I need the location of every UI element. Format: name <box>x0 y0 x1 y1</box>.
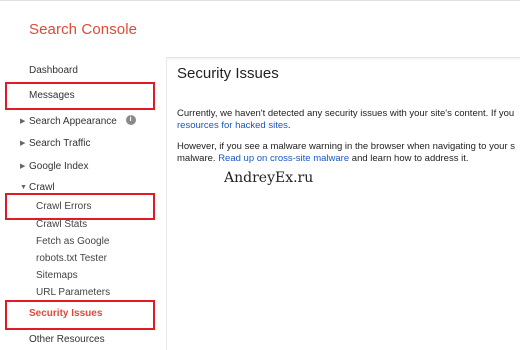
sidebar-item-crawl[interactable]: ▼ Crawl <box>0 179 166 197</box>
sidebar-item-fetch-as-google[interactable]: Fetch as Google <box>0 233 166 251</box>
main-content: Security Issues Currently, we haven't de… <box>167 57 520 350</box>
sidebar-item-label: URL Parameters <box>36 287 111 298</box>
status-paragraph-line2: resources for hacked sites. <box>177 120 291 132</box>
caret-down-icon: ▼ <box>20 184 27 191</box>
sidebar-item-label: Sitemaps <box>36 270 78 281</box>
sidebar-item-messages[interactable]: Messages <box>0 87 166 105</box>
sidebar-item-robots-tester[interactable]: robots.txt Tester <box>0 250 166 268</box>
watermark-text: AndreyEx.ru <box>224 170 314 186</box>
sidebar-item-label: Fetch as Google <box>36 236 110 247</box>
malware-suffix-text: and learn how to address it. <box>351 153 469 164</box>
sidebar-item-search-appearance[interactable]: ▶ Search Appearance i <box>0 113 166 131</box>
page-title: Security Issues <box>177 65 279 82</box>
app-title[interactable]: Search Console <box>29 21 137 38</box>
sidebar-nav: Dashboard Messages ▶ Search Appearance i… <box>0 57 167 350</box>
hacked-sites-resources-link[interactable]: resources for hacked sites <box>177 120 288 131</box>
sidebar-item-url-parameters[interactable]: URL Parameters <box>0 284 166 302</box>
screenshot-frame: Search Console Dashboard Messages ▶ Sear… <box>0 0 520 350</box>
cross-site-malware-link[interactable]: Read up on cross-site malware <box>218 153 349 164</box>
sidebar-item-label: Google Index <box>29 161 89 172</box>
malware-paragraph-line2: malware. Read up on cross-site malware a… <box>177 153 469 165</box>
caret-right-icon: ▶ <box>20 163 26 170</box>
sidebar-item-crawl-errors[interactable]: Crawl Errors <box>0 198 166 216</box>
sidebar-item-other-resources[interactable]: Other Resources <box>0 331 166 349</box>
malware-paragraph-line1: However, if you see a malware warning in… <box>177 141 515 152</box>
sidebar-item-label: Security Issues <box>29 308 103 319</box>
sidebar-item-dashboard[interactable]: Dashboard <box>0 62 166 80</box>
status-paragraph-line1: Currently, we haven't detected any secur… <box>177 108 515 119</box>
sidebar-item-label: Crawl Errors <box>36 201 92 212</box>
top-header-bar: Search Console <box>0 0 520 58</box>
sidebar-item-label: Search Appearance <box>29 116 117 127</box>
caret-right-icon: ▶ <box>20 140 26 147</box>
sidebar-item-security-issues[interactable]: Security Issues <box>0 305 166 323</box>
sidebar-item-label: Crawl Stats <box>36 219 88 230</box>
sidebar-item-label: Other Resources <box>29 334 105 345</box>
sidebar-item-label: Search Traffic <box>29 138 91 149</box>
sidebar-item-crawl-stats[interactable]: Crawl Stats <box>0 216 166 234</box>
caret-right-icon: ▶ <box>20 118 26 125</box>
paragraph-period: . <box>287 120 291 131</box>
sidebar-item-google-index[interactable]: ▶ Google Index <box>0 158 166 176</box>
sidebar-item-search-traffic[interactable]: ▶ Search Traffic <box>0 135 166 153</box>
sidebar-item-label: Messages <box>29 90 75 101</box>
sidebar-item-label: Dashboard <box>29 65 78 76</box>
sidebar-item-label: robots.txt Tester <box>36 253 107 264</box>
sidebar-item-sitemaps[interactable]: Sitemaps <box>0 267 166 285</box>
sidebar-item-label: Crawl <box>29 182 55 193</box>
malware-prefix-text: malware. <box>177 153 216 164</box>
info-icon[interactable]: i <box>125 115 136 126</box>
